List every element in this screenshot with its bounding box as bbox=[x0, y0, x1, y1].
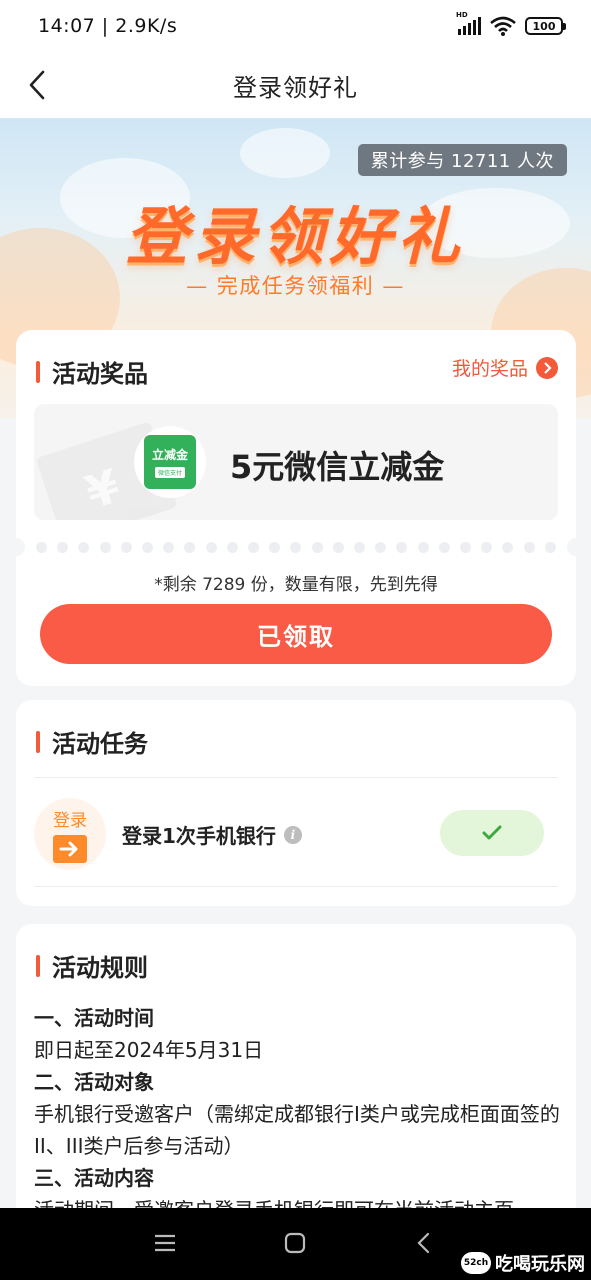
coupon-icon: 立减金 微信支付 bbox=[134, 426, 206, 498]
task-section-header: 活动任务 bbox=[36, 724, 148, 759]
site-watermark: 52ch 吃喝玩乐网 bbox=[461, 1250, 585, 1276]
remaining-count: *剩余 7289 份，数量有限，先到先得 bbox=[154, 575, 438, 595]
participants-badge: 累计参与 12711 人次 bbox=[357, 144, 567, 176]
login-icon-label: 登录 bbox=[53, 810, 87, 831]
coupon-sub-label: 微信支付 bbox=[154, 467, 185, 478]
chevron-right-icon bbox=[536, 356, 558, 379]
divider bbox=[34, 777, 558, 778]
section-marker bbox=[36, 360, 40, 383]
prize-card: 活动奖品 我的奖品 ¥ 立减金 微信支付 5元微信立减金 *剩余 7289 份，… bbox=[7, 330, 585, 686]
coupon-label: 立减金 bbox=[151, 448, 188, 462]
home-icon bbox=[284, 1232, 306, 1254]
section-marker bbox=[36, 954, 40, 977]
task-card: 活动任务 登录 登录1次手机银行 i bbox=[16, 700, 576, 906]
hero-title: 登录领好礼 bbox=[125, 200, 466, 273]
hero-subtitle: — 完成任务领福利 — bbox=[186, 274, 405, 298]
task-item: 登录1次手机银行 i bbox=[122, 820, 302, 849]
prize-name: 5元微信立减金 bbox=[230, 448, 445, 486]
status-bar: 14:07 | 2.9K/s HD 100 bbox=[0, 0, 591, 52]
rule-heading-time: 一、活动时间 bbox=[34, 1006, 154, 1030]
nav-bar: 登录领好礼 bbox=[0, 52, 591, 118]
my-prize-label: 我的奖品 bbox=[451, 358, 528, 380]
system-back-button[interactable] bbox=[414, 1232, 434, 1258]
back-button[interactable] bbox=[14, 62, 60, 108]
wifi-icon bbox=[490, 16, 516, 36]
task-section-title: 活动任务 bbox=[52, 730, 148, 758]
rules-content: 一、活动时间 即日起至2024年5月31日 二、活动对象 手机银行受邀客户（需绑… bbox=[34, 1002, 560, 1226]
rule-text-time: 即日起至2024年5月31日 bbox=[34, 1038, 264, 1062]
rules-section-title: 活动规则 bbox=[52, 954, 148, 982]
battery-icon: 100 bbox=[525, 17, 566, 35]
back-triangle-icon bbox=[417, 1232, 430, 1254]
chevron-left-icon bbox=[29, 70, 45, 100]
home-button[interactable] bbox=[283, 1232, 307, 1258]
perforation-divider bbox=[16, 540, 576, 554]
prize-item: ¥ 立减金 微信支付 5元微信立减金 bbox=[34, 404, 558, 520]
page-title: 登录领好礼 bbox=[233, 73, 358, 102]
section-marker bbox=[36, 730, 40, 753]
check-icon bbox=[482, 825, 502, 840]
divider bbox=[34, 886, 558, 887]
my-prize-link[interactable]: 我的奖品 bbox=[452, 354, 558, 381]
prize-section-title: 活动奖品 bbox=[52, 360, 148, 388]
rule-text-target: 手机银行受邀客户（需绑定成都银行I类户或完成柜面面签的II、III类户后参与活动… bbox=[34, 1102, 560, 1158]
task-completed-button bbox=[440, 810, 544, 856]
login-arrow-icon bbox=[53, 834, 87, 863]
info-icon[interactable]: i bbox=[283, 825, 302, 844]
watermark-text: 吃喝玩乐网 bbox=[495, 1254, 585, 1275]
menu-button[interactable] bbox=[152, 1232, 178, 1258]
task-name: 登录1次手机银行 bbox=[122, 824, 276, 848]
hd-label: HD bbox=[456, 11, 468, 19]
menu-icon bbox=[155, 1234, 175, 1252]
login-task-icon: 登录 bbox=[34, 798, 106, 870]
rules-section-header: 活动规则 bbox=[36, 948, 148, 983]
rule-heading-target: 二、活动对象 bbox=[34, 1070, 154, 1094]
rule-heading-content: 三、活动内容 bbox=[34, 1166, 154, 1190]
status-time-speed: 14:07 | 2.9K/s bbox=[38, 15, 178, 37]
prize-section-header: 活动奖品 bbox=[36, 354, 148, 389]
rules-card: 活动规则 一、活动时间 即日起至2024年5月31日 二、活动对象 手机银行受邀… bbox=[16, 924, 576, 1224]
claimed-button[interactable]: 已领取 bbox=[40, 604, 552, 664]
watermark-logo: 52ch bbox=[461, 1252, 491, 1274]
status-icons: HD 100 bbox=[456, 11, 566, 36]
signal-icon: HD bbox=[456, 11, 481, 35]
